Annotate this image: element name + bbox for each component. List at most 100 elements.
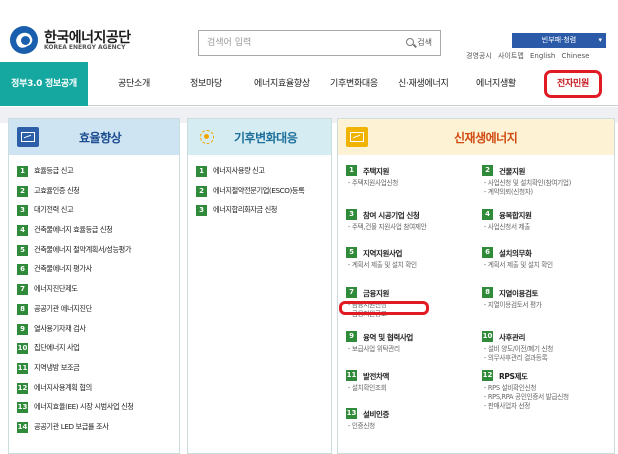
number-badge: 8	[482, 287, 493, 298]
list-item[interactable]: 14 공공기관 LED 보급률 조사	[17, 419, 177, 438]
number-badge: 12	[482, 370, 493, 381]
renewable-cell-title-9[interactable]: 9 융역 및 협력사업	[346, 329, 476, 345]
sub-link[interactable]: - RPS,RPA 공인인증서 발급신청	[482, 393, 612, 402]
nav-e-civil[interactable]: 전자민원	[544, 70, 602, 98]
renewable-cell-title-13[interactable]: 13 설비인증	[346, 406, 476, 422]
list-item[interactable]: 7 에너지진단제도	[17, 281, 177, 300]
sub-link[interactable]: - 판매사업자 선정	[482, 402, 612, 411]
number-badge: 2	[17, 185, 28, 197]
number-badge: 6	[17, 264, 28, 276]
nav-gov30[interactable]: 정부3.0 정보공개	[0, 62, 88, 106]
nav-life[interactable]: 에너지생활	[476, 74, 516, 94]
number-badge: 3	[17, 205, 28, 217]
list-item[interactable]: 3 대기전력 신고	[17, 202, 177, 221]
list-item-label: 에너지사용량 신고	[213, 166, 265, 175]
nav-efficiency[interactable]: 에너지효율향상	[254, 74, 310, 94]
sub-link[interactable]: - 설치확인조회	[346, 384, 476, 393]
list-item[interactable]: 2 에너지절약전문기업(ESCO)등록	[196, 183, 331, 202]
sub-link[interactable]: - 보급사업 위탁관리	[346, 345, 476, 354]
renewable-cell-title-7[interactable]: 7 금융지원	[346, 285, 476, 301]
renewable-cell-title-1[interactable]: 1 주택지원	[346, 163, 476, 179]
sub-link[interactable]: - 설비 양도/이전/폐기 신청	[482, 345, 612, 354]
link-english[interactable]: English	[530, 52, 555, 60]
renewable-cell-9: 9 융역 및 협력사업 - 보급사업 위탁관리	[346, 329, 476, 354]
list-item-label: 지역냉방 보조금	[34, 362, 80, 372]
list-item[interactable]: 3 에너지합리화자금 신청	[196, 202, 331, 221]
list-item-label: 공공기관 에너지진단	[34, 303, 92, 313]
sub-link[interactable]: - 사업신청서 제출	[482, 223, 612, 232]
nav-info[interactable]: 정보마당	[190, 74, 222, 94]
list-item-label: 에너지진단제도	[34, 284, 78, 294]
cell-title-text: 참여 시공기업 신청	[363, 211, 420, 220]
list-item[interactable]: 12 에너지사용계획 협의	[17, 380, 177, 399]
list-item-label: 집단에너지 사업	[34, 343, 80, 353]
search-input[interactable]	[207, 36, 377, 50]
list-item[interactable]: 13 에너지효율(EE) 시장 시범사업 신청	[17, 399, 177, 418]
chevron-down-icon: ▾	[598, 36, 602, 44]
list-item[interactable]: 6 건축물에너지 평가사	[17, 261, 177, 280]
renewable-cell-title-8[interactable]: 8 지열이용검토	[482, 285, 612, 301]
sub-link[interactable]: - 지열이용검토서 평가	[482, 301, 612, 310]
link-chinese[interactable]: Chinese	[562, 52, 590, 60]
link-disclosure[interactable]: 경영공시	[466, 52, 492, 60]
renewable-cell-title-3[interactable]: 3 참여 시공기업 신청	[346, 207, 476, 223]
list-item[interactable]: 8 공공기관 에너지진단	[17, 301, 177, 320]
cell-title-text: 건물지원	[499, 167, 525, 176]
nav-renewable[interactable]: 신·재생에너지	[398, 74, 449, 94]
sub-link[interactable]: - 사업신청 및 설치확인(참여기업)	[482, 179, 612, 188]
sub-link[interactable]: - 계약의뢰(신청자)	[482, 188, 612, 197]
number-badge: 1	[17, 166, 28, 177]
renewable-cell-title-11[interactable]: 11 발전차액	[346, 368, 476, 384]
sub-link[interactable]: - 주택지원사업신청	[346, 179, 476, 188]
renewable-cell-title-4[interactable]: 4 융복합지원	[482, 207, 612, 223]
number-badge: 11	[17, 362, 28, 374]
renewable-cell-1: 1 주택지원 - 주택지원사업신청	[346, 163, 476, 188]
monitor-chart-icon	[17, 127, 39, 147]
number-badge: 3	[196, 205, 207, 217]
renewable-cell-title-6[interactable]: 6 설치의무화	[482, 245, 612, 261]
list-item[interactable]: 9 열사용기자재 검사	[17, 321, 177, 340]
sub-link[interactable]: - 계획서 제출 및 설치 확인	[346, 261, 476, 270]
site-select[interactable]: 빈부패·청렴 ▾	[512, 33, 606, 48]
sub-link[interactable]: - 인증신청	[346, 422, 476, 431]
link-sitemap[interactable]: 사이트맵	[498, 52, 524, 60]
renewable-cell-8: 8 지열이용검토 - 지열이용검토서 평가	[482, 285, 612, 310]
renewable-cell-title-2[interactable]: 2 건물지원	[482, 163, 612, 179]
cell-title-text: RPS제도	[499, 372, 528, 381]
cell-title-text: 금융지원	[363, 289, 389, 298]
number-badge: 13	[346, 408, 357, 419]
list-item[interactable]: 4 건축물에너지 효율등급 신청	[17, 222, 177, 241]
cell-title-text: 사후관리	[499, 333, 525, 342]
search-button-label: 검색	[417, 38, 432, 47]
panel-title: 기후변화대응	[234, 131, 298, 145]
cell-title-text: 발전차액	[363, 372, 389, 381]
efficiency-list: 1 효율등급 신고 2 고효율인증 신청 3 대기전력 신고 4 건축물에너지 효율등급…	[17, 163, 177, 439]
list-item[interactable]: 1 효율등급 신고	[17, 163, 177, 182]
list-item[interactable]: 10 집단에너지 사업	[17, 340, 177, 359]
nav-climate[interactable]: 기후변화대응	[330, 74, 378, 94]
list-item-label: 공공기관 LED 보급률 조사	[34, 421, 109, 431]
sub-link[interactable]: - 주택,건물 지원사업 참여제안	[346, 223, 476, 232]
nav-about[interactable]: 공단소개	[118, 74, 150, 94]
main-nav: 정부3.0 정보공개 공단소개 정보마당 에너지효율향상 기후변화대응 신·재생…	[0, 62, 618, 106]
search-icon	[406, 38, 415, 46]
list-item[interactable]: 11 지역냉방 보조금	[17, 360, 177, 379]
list-item[interactable]: 5 건축물에너지 절약계획서/성능평가	[17, 242, 177, 261]
list-item-label: 건축물에너지 절약계획서/성능평가	[34, 244, 132, 254]
search-button[interactable]: 검색	[406, 37, 432, 51]
list-item[interactable]: 1 에너지사용량 신고	[196, 163, 331, 182]
sub-link[interactable]: - 계획서 제출 및 설치 확인	[482, 261, 612, 270]
logo[interactable]: 한국에너지공단 KOREA ENERGY AGENCY	[10, 26, 170, 56]
number-badge: 7	[346, 287, 357, 298]
climate-list: 1 에너지사용량 신고 2 에너지절약전문기업(ESCO)등록 3 에너지합리화자금 …	[196, 163, 331, 222]
sub-link[interactable]: - RPS 설비확인신청	[482, 384, 612, 393]
logo-text-english: KOREA ENERGY AGENCY	[44, 44, 126, 51]
list-item[interactable]: 2 고효율인증 신청	[17, 183, 177, 202]
renewable-cell-title-5[interactable]: 5 지역지원사업	[346, 245, 476, 261]
number-badge: 5	[346, 247, 357, 258]
renewable-cell-4: 4 융복합지원 - 사업신청서 제출	[482, 207, 612, 232]
renewable-cell-title-10[interactable]: 10 사후관리	[482, 329, 612, 345]
renewable-cell-title-12[interactable]: 12 RPS제도	[482, 368, 612, 384]
sub-link[interactable]: - 의무사후관리 결과등록	[482, 354, 612, 363]
panel-efficiency-header: 효율향상	[9, 119, 179, 155]
